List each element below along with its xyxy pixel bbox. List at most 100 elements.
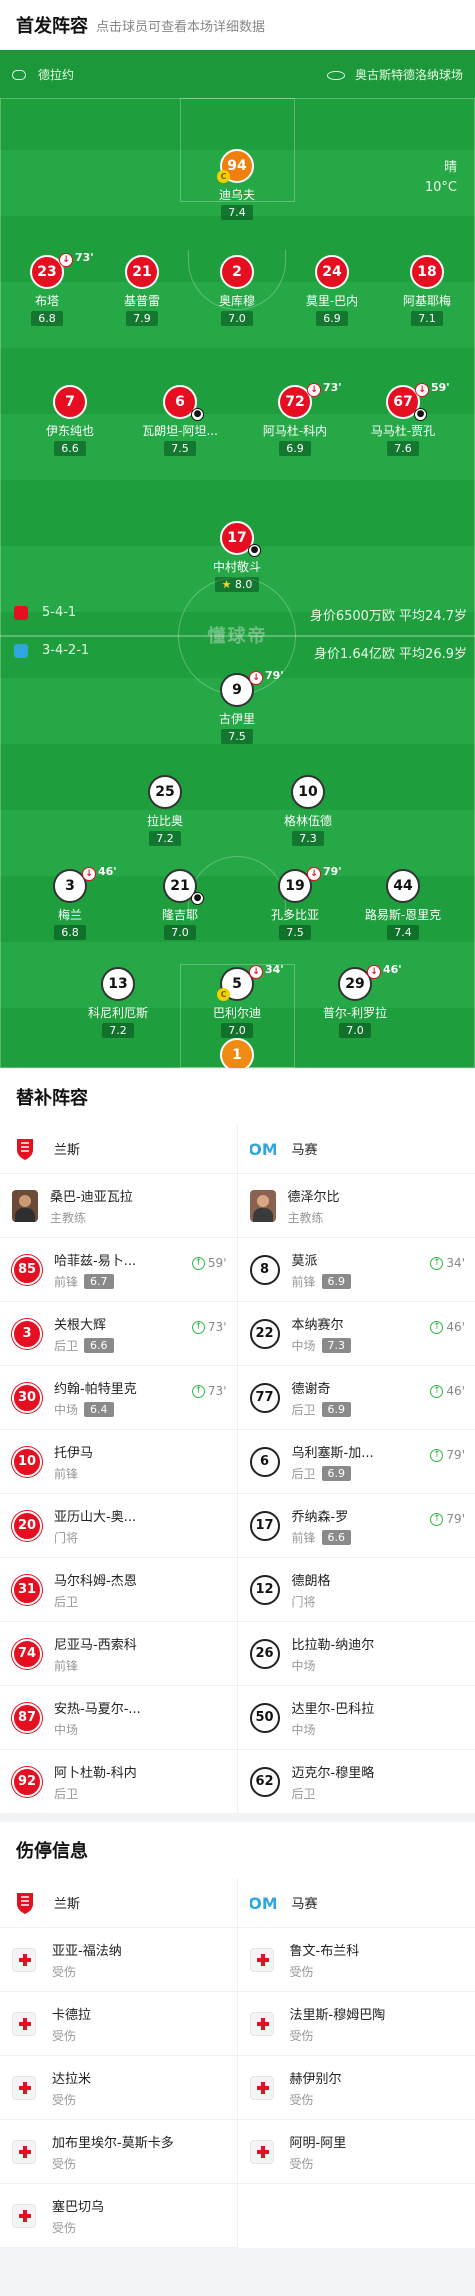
injury-row[interactable]: 亚亚-福法纳 受伤 (0, 1928, 237, 1992)
shirt-number-text: 1 (232, 1047, 242, 1063)
player-info: 乔纳森-罗 前锋 6.6 (292, 1506, 352, 1546)
substitute-row[interactable]: 8 莫派 前锋 6.9 ↑ 34' (237, 1238, 475, 1302)
home-team-row[interactable]: 兰斯 (0, 1878, 237, 1928)
injury-row[interactable]: 达拉米 受伤 (0, 2056, 237, 2120)
substitute-row[interactable]: 22 本纳赛尔 中场 7.3 ↑ 46' (237, 1302, 475, 1366)
player-name: 塞巴切乌 (52, 2199, 105, 2215)
shirt-number: 13 (101, 967, 135, 1001)
shirt-number: 21 (125, 255, 159, 289)
substitute-row[interactable]: 77 德谢奇 后卫 6.9 ↑ 46' (237, 1366, 475, 1430)
away-player[interactable]: 1鲁利6.4 (177, 1038, 297, 1068)
substitute-row[interactable]: 74 尼亚马-西索科 前锋 (0, 1622, 237, 1686)
shirt-number: 21 ● (163, 869, 204, 905)
sub-off-icon: ↓ (82, 867, 96, 881)
player-name: 隆吉耶 (161, 908, 198, 922)
shirt-number: 10 (291, 775, 325, 809)
substitute-row[interactable]: 62 迈克尔-穆里略 后卫 (237, 1750, 475, 1814)
player-rating: 7.2 (102, 1023, 134, 1038)
player-rating: 7.5 (279, 925, 311, 940)
injury-status: 受伤 (52, 2220, 77, 2235)
injuries-header: 伤停信息 (0, 1822, 475, 1878)
substitute-row[interactable]: 50 达里尔-巴科拉 中场 (237, 1686, 475, 1750)
player-name: 普尔-利罗拉 (322, 1006, 388, 1020)
injury-info: 亚亚-福法纳 受伤 (52, 1940, 122, 1980)
substitute-row[interactable]: 87 安热-马夏尔-... 中场 (0, 1686, 237, 1750)
home-player[interactable]: 7 伊东纯也 6.6 (10, 385, 130, 456)
player-info: 托伊马 前锋 (54, 1442, 93, 1482)
sub-time: 59' (431, 381, 450, 394)
home-player[interactable]: 72 ↓ 73' 阿马杜-科内 6.9 (235, 381, 355, 456)
away-coach-row[interactable]: 德泽尔比 主教练 (237, 1174, 475, 1238)
injury-row[interactable]: 法里斯-穆姆巴陶 受伤 (237, 1992, 475, 2056)
medical-cross-icon (12, 2139, 36, 2164)
shirt-number: 20 (12, 1510, 42, 1541)
away-team-row[interactable]: OM 马赛 (237, 1124, 475, 1174)
away-player[interactable]: 29 ↓ 46' 普尔-利罗拉 7.0 (295, 963, 415, 1038)
away-player[interactable]: 21 ● 隆吉耶 7.0 (120, 869, 240, 940)
substitute-row[interactable]: 20 亚历山大-奥... 门将 (0, 1494, 237, 1558)
injury-info: 达拉米 受伤 (52, 2068, 91, 2108)
away-player[interactable]: 3 ↓ 46' 梅兰 6.8 (10, 865, 130, 940)
player-info: 德朗格 门将 (292, 1570, 331, 1610)
home-team-name: 兰斯 (54, 1897, 81, 1912)
substitute-row[interactable]: 85 哈菲兹-易卜... 前锋 6.7 ↑ 59' (0, 1238, 237, 1302)
home-coach-row[interactable]: 桑巴-迪亚瓦拉 主教练 (0, 1174, 237, 1238)
player-name: 阿马杜-科内 (262, 424, 328, 438)
away-player[interactable]: 25 拉比奥 7.2 (105, 775, 225, 846)
shirt-number-text: 18 (417, 264, 437, 280)
home-player[interactable]: 17 ● 中村敬斗 ★ 8.0 (177, 521, 297, 592)
away-player[interactable]: 19 ↓ 79' 孔多比亚 7.5 (235, 865, 355, 940)
away-player[interactable]: 10 格林伍德 7.3 (248, 775, 368, 846)
home-player[interactable]: 18 阿基耶梅 7.1 (367, 255, 475, 326)
injury-row[interactable]: 阿明-阿里 受伤 (237, 2120, 475, 2184)
away-player[interactable]: 9 ↓ 79' 古伊里 7.5 (177, 669, 297, 744)
injury-row[interactable]: 塞巴切乌 受伤 (0, 2184, 237, 2248)
substitute-row[interactable]: 10 托伊马 前锋 (0, 1430, 237, 1494)
player-meta: 前锋 6.7 (54, 1273, 136, 1290)
shirt-number: 24 (315, 255, 349, 289)
coach-role: 主教练 (50, 1210, 87, 1225)
injury-row[interactable]: 赫伊别尔 受伤 (237, 2056, 475, 2120)
home-player[interactable]: 67 ● ↓ 59' 马马杜-贾孔 7.6 (343, 381, 463, 456)
position: 后卫 (291, 1466, 316, 1481)
player-rating: ★ 8.0 (214, 577, 260, 592)
away-player[interactable]: 5 C ↓ 34' 巴利尔迪 7.0 (177, 963, 297, 1038)
player-name: 巴利尔迪 (212, 1006, 261, 1020)
player-rating: 7.5 (221, 729, 253, 744)
svg-text:OM: OM (250, 1894, 276, 1912)
away-player[interactable]: 13 科尼利厄斯 7.2 (58, 967, 178, 1038)
weather-text: 晴 (443, 160, 457, 175)
substitute-row[interactable]: 30 约翰-帕特里克 中场 6.4 ↑ 73' (0, 1366, 237, 1430)
substitute-row[interactable]: 6 乌利塞斯-加... 后卫 6.9 ↑ 79' (237, 1430, 475, 1494)
substitute-row[interactable]: 17 乔纳森-罗 前锋 6.6 ↑ 79' (237, 1494, 475, 1558)
shirt-number: 31 (12, 1574, 42, 1605)
player-rating: 7.0 (164, 925, 196, 940)
substitute-row[interactable]: 12 德朗格 门将 (237, 1558, 475, 1622)
injury-row[interactable]: 卡德拉 受伤 (0, 1992, 237, 2056)
home-team-row[interactable]: 兰斯 (0, 1124, 237, 1174)
away-team-row[interactable]: OM 马赛 (237, 1878, 475, 1928)
shirt-number: 92 (12, 1766, 42, 1797)
player-name: 约翰-帕特里克 (54, 1381, 137, 1397)
substitute-row[interactable]: 31 马尔科姆-杰恩 后卫 (0, 1558, 237, 1622)
shirt-number: 17 (249, 1510, 280, 1541)
medical-cross-icon (12, 2203, 36, 2228)
home-player[interactable]: 6 ● 瓦朗坦-阿坦... 7.5 (120, 385, 240, 456)
medical-cross-icon (12, 1947, 36, 1972)
away-player[interactable]: 44 路易斯-恩里克 7.4 (343, 869, 463, 940)
substitute-row[interactable]: 26 比拉勒-纳迪尔 中场 (237, 1622, 475, 1686)
injury-row[interactable]: 加布里埃尔-莫斯卡多 受伤 (0, 2120, 237, 2184)
substitute-row[interactable]: 92 阿卜杜勒-科内 后卫 (0, 1750, 237, 1814)
player-info: 德谢奇 后卫 6.9 (292, 1378, 352, 1418)
home-player[interactable]: 94 C 迪乌夫 7.4 (177, 149, 297, 220)
sub-off-icon: ↓ (249, 671, 263, 685)
stadium: 奥古斯特德洛纳球场 (326, 66, 463, 83)
player-meta: 后卫 (54, 1593, 137, 1610)
shirt-number: 85 (12, 1254, 42, 1285)
away-subs-column: OM 马赛 德泽尔比 主教练 8 莫派 前锋 6.9 ↑ 34' 22 本纳赛尔 中场 7.3 ↑ 4… (237, 1124, 475, 1814)
injury-row[interactable]: 鲁文-布兰科 受伤 (237, 1928, 475, 1992)
sub-in-time: ↑ 46' (430, 1320, 465, 1334)
player-name: 马尔科姆-杰恩 (54, 1573, 137, 1589)
player-name: 马马杜-贾孔 (370, 424, 436, 438)
substitute-row[interactable]: 3 关根大辉 后卫 6.6 ↑ 73' (0, 1302, 237, 1366)
